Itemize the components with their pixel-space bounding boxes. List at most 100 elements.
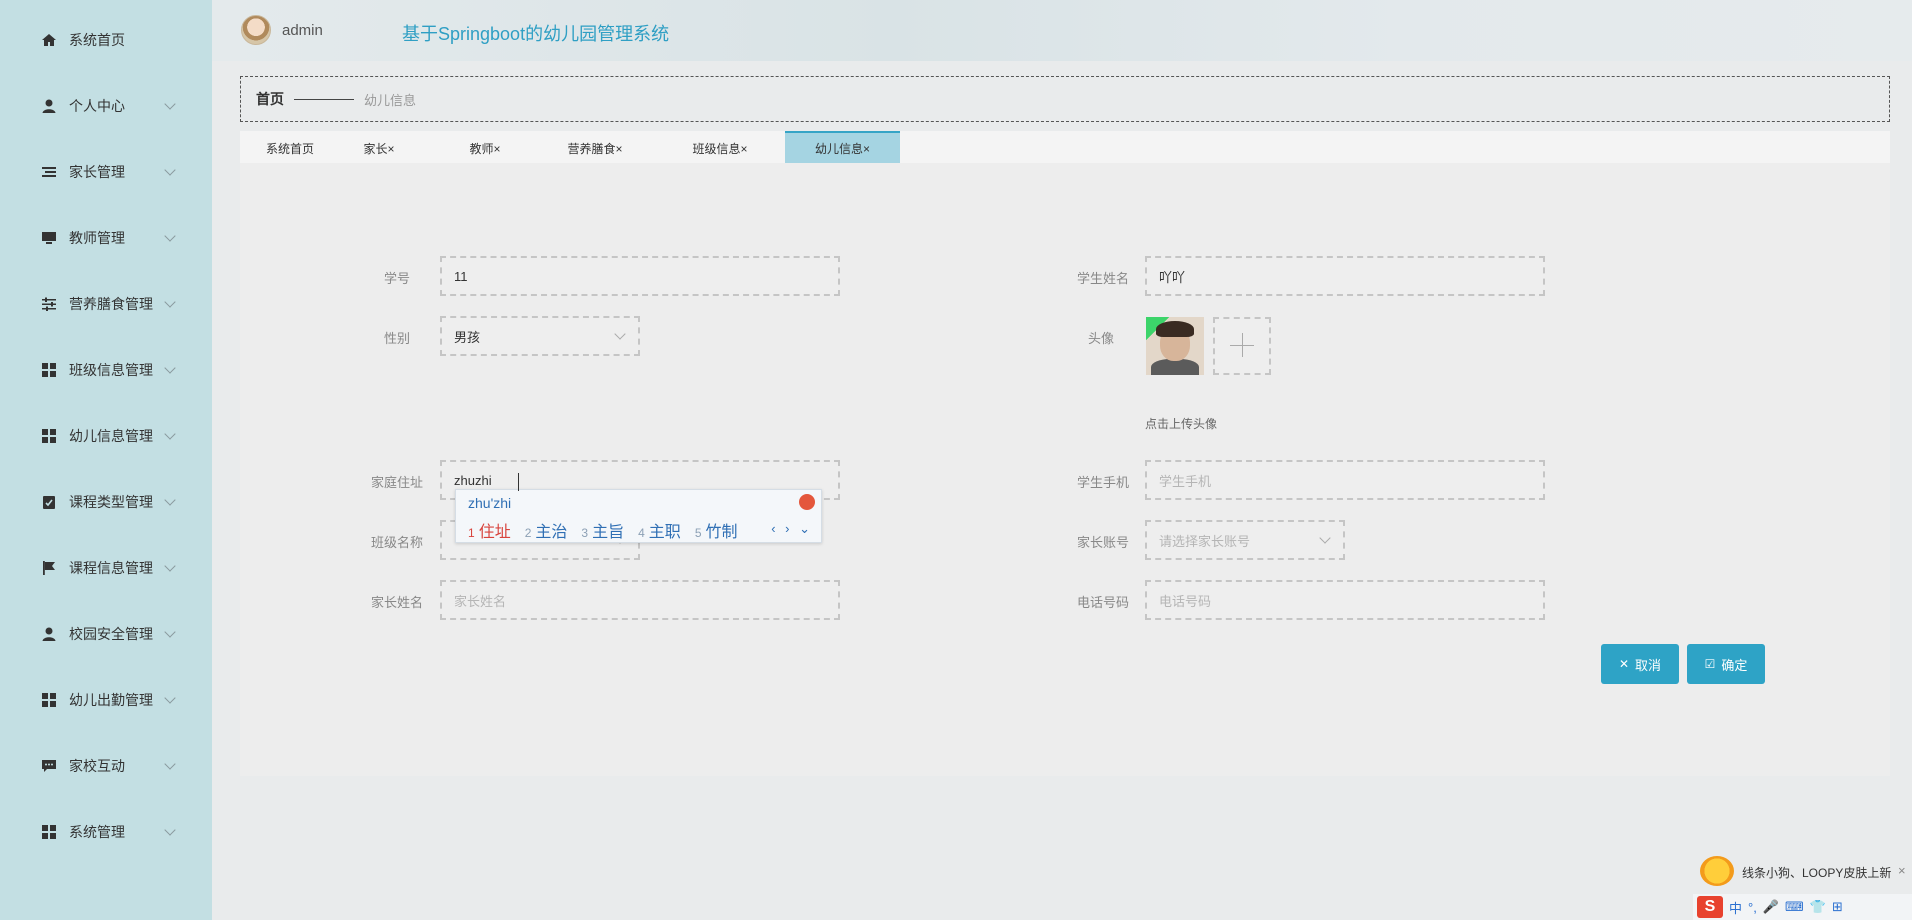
username[interactable]: admin xyxy=(282,22,323,39)
chevron-down-icon xyxy=(164,230,176,242)
sun-mascot-icon xyxy=(1700,856,1734,886)
student-no-label: 学号 xyxy=(383,271,410,286)
microphone-icon[interactable]: 🎤 xyxy=(1763,899,1779,915)
student-phone-label: 学生手机 xyxy=(1076,475,1129,490)
sidebar-item-label: 家校互动 xyxy=(69,758,125,774)
student-phone-input[interactable]: 学生手机 xyxy=(1145,460,1545,500)
grid-icon xyxy=(40,361,58,379)
breadcrumb-current: 幼儿信息 xyxy=(364,92,417,108)
sogou-logo-icon[interactable]: S xyxy=(1697,896,1723,918)
phone-label: 电话号码 xyxy=(1076,595,1129,610)
sidebar-item-label: 个人中心 xyxy=(69,98,125,114)
phone-input[interactable]: 电话号码 xyxy=(1145,580,1545,620)
confirm-button-label: 确定 xyxy=(1721,657,1748,673)
gender-select[interactable]: 男孩 xyxy=(440,316,640,356)
confirm-button[interactable]: ☑ 确定 xyxy=(1687,644,1765,684)
student-phone-placeholder: 学生手机 xyxy=(1159,473,1212,489)
keyboard-icon[interactable]: ⌨ xyxy=(1785,899,1804,915)
chevron-down-icon xyxy=(164,164,176,176)
ime-candidate[interactable]: 3 主旨 xyxy=(581,518,624,542)
parent-account-label: 家长账号 xyxy=(1076,535,1129,550)
sidebar-item-children[interactable]: 幼儿信息管理 xyxy=(0,416,212,456)
cancel-button-label: 取消 xyxy=(1635,657,1662,673)
sidebar-item-nutrition[interactable]: 营养膳食管理 xyxy=(0,284,212,324)
skin-icon[interactable]: 👕 xyxy=(1810,899,1826,915)
parent-account-placeholder: 请选择家长账号 xyxy=(1159,533,1251,549)
monitor-icon xyxy=(40,229,58,247)
sidebar-item-label: 课程类型管理 xyxy=(69,494,153,510)
chat-icon xyxy=(40,757,58,775)
avatar-thumbnail[interactable] xyxy=(1146,317,1204,375)
sidebar-item-label: 校园安全管理 xyxy=(69,626,153,642)
parent-name-input[interactable]: 家长姓名 xyxy=(440,580,840,620)
close-icon[interactable]: × xyxy=(1898,863,1906,878)
tray-notification[interactable]: 线条小狗、LOOPY皮肤上新 × xyxy=(1700,856,1912,886)
upload-plus-button[interactable] xyxy=(1213,317,1271,375)
tab-teachers[interactable]: 教师× xyxy=(440,133,530,163)
edit-icon: ☑ xyxy=(1704,657,1716,671)
sidebar-item-label: 教师管理 xyxy=(69,230,125,246)
sidebar-item-personal-center[interactable]: 个人中心 xyxy=(0,86,212,126)
sidebar-item-courses[interactable]: 课程信息管理 xyxy=(0,548,212,588)
sidebar-item-attendance[interactable]: 幼儿出勤管理 xyxy=(0,680,212,720)
student-no-input[interactable]: 11 xyxy=(440,256,840,296)
ime-candidate[interactable]: 1 住址 xyxy=(468,518,511,542)
chevron-down-icon xyxy=(164,362,176,374)
class-name-label: 班级名称 xyxy=(370,535,423,550)
sidebar-item-classes[interactable]: 班级信息管理 xyxy=(0,350,212,390)
sidebar-item-home-school[interactable]: 家校互动 xyxy=(0,746,212,786)
student-no-value: 11 xyxy=(454,268,468,284)
sidebar-item-course-types[interactable]: 课程类型管理 xyxy=(0,482,212,522)
breadcrumb-separator xyxy=(294,98,354,100)
gender-value: 男孩 xyxy=(454,329,481,345)
ime-mode-toggle[interactable]: 中 xyxy=(1729,898,1742,917)
punctuation-icon[interactable]: °, xyxy=(1748,900,1757,915)
breadcrumb: 首页 幼儿信息 xyxy=(240,76,1890,122)
tab-classes[interactable]: 班级信息× xyxy=(660,133,780,163)
tab-bar: 系统首页 家长× 教师× 营养膳食× 班级信息× 幼儿信息× xyxy=(240,131,1890,163)
sidebar-item-label: 班级信息管理 xyxy=(69,362,153,378)
tab-home[interactable]: 系统首页 xyxy=(240,133,340,163)
breadcrumb-home[interactable]: 首页 xyxy=(256,89,284,109)
cancel-button[interactable]: ✕ 取消 xyxy=(1601,644,1679,684)
chevron-down-icon xyxy=(164,98,176,110)
tab-children-active[interactable]: 幼儿信息× xyxy=(785,131,900,163)
sidebar-item-label: 系统管理 xyxy=(69,824,125,840)
ime-page-nav-icon[interactable]: ‹ › ⌄ xyxy=(771,521,813,537)
student-name-input[interactable]: 吖吖 xyxy=(1145,256,1545,296)
top-header: admin 基于Springboot的幼儿园管理系统 xyxy=(212,0,1912,61)
flag-icon xyxy=(40,559,58,577)
chevron-down-icon xyxy=(1319,532,1331,544)
avatar[interactable] xyxy=(241,15,271,45)
address-label: 家庭住址 xyxy=(370,475,423,490)
avatar-label: 头像 xyxy=(1087,331,1114,346)
sidebar-item-campus-safety[interactable]: 校园安全管理 xyxy=(0,614,212,654)
ime-candidate[interactable]: 5 竹制 xyxy=(695,518,738,542)
tab-nutrition[interactable]: 营养膳食× xyxy=(540,133,650,163)
sidebar-item-label: 系统首页 xyxy=(69,32,125,48)
parent-account-select[interactable]: 请选择家长账号 xyxy=(1145,520,1345,560)
sidebar-item-system[interactable]: 系统管理 xyxy=(0,812,212,852)
tab-parents[interactable]: 家长× xyxy=(344,133,414,163)
chevron-down-icon xyxy=(614,328,626,340)
chevron-down-icon xyxy=(164,824,176,836)
app-title: 基于Springboot的幼儿园管理系统 xyxy=(402,24,670,44)
ime-candidate[interactable]: 4 主职 xyxy=(638,518,681,542)
sidebar-item-teachers[interactable]: 教师管理 xyxy=(0,218,212,258)
ime-candidate[interactable]: 2 主治 xyxy=(525,518,568,542)
chevron-down-icon xyxy=(164,296,176,308)
gender-label: 性别 xyxy=(383,331,410,346)
ime-logo-icon xyxy=(799,494,815,510)
grid-icon xyxy=(40,691,58,709)
parent-name-placeholder: 家长姓名 xyxy=(454,593,507,609)
user-icon xyxy=(40,97,58,115)
sidebar-item-parents[interactable]: 家长管理 xyxy=(0,152,212,192)
ime-candidates: 1 住址 2 主治 3 主旨 4 主职 5 竹制 xyxy=(468,518,738,542)
sidebar-item-label: 课程信息管理 xyxy=(69,560,153,576)
chevron-down-icon xyxy=(164,428,176,440)
upload-hint: 点击上传头像 xyxy=(1145,417,1218,431)
chevron-down-icon xyxy=(164,758,176,770)
sidebar-item-home[interactable]: 系统首页 xyxy=(0,20,212,60)
ime-candidate-window: zhu'zhi 1 住址 2 主治 3 主旨 4 主职 5 竹制 ‹ › ⌄ xyxy=(455,489,822,543)
toolbox-icon[interactable]: ⊞ xyxy=(1832,899,1843,915)
